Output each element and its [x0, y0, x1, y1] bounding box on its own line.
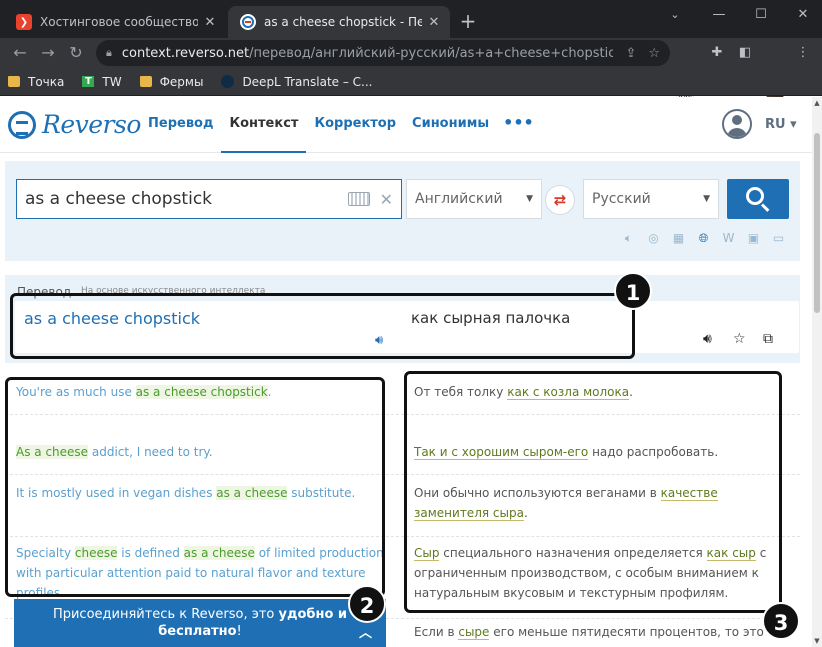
star-icon[interactable]: ☆ [733, 331, 746, 347]
annotation-box-3 [404, 371, 782, 613]
forward-arrow-icon[interactable]: → [36, 41, 60, 65]
search-icon [746, 187, 764, 205]
clear-icon[interactable]: ✕ [380, 190, 393, 209]
browser-tab-timeweb[interactable]: ❯ Хостинговое сообщество «Time ✕ [4, 6, 226, 38]
site-header: Reverso Перевод Контекст Корректор Синон… [0, 97, 812, 153]
menu-synonyms[interactable]: Синонимы [404, 97, 497, 153]
swap-languages-button[interactable]: ⇄ [545, 185, 575, 215]
timeweb-favicon-icon: ❯ [16, 14, 32, 30]
browser-toolbar: ← → ↻ 🔒︎ context.reverso.net /перевод/ан… [0, 38, 822, 102]
tab-title: as a cheese chopstick - Перевод [264, 15, 422, 29]
close-window-button[interactable]: ✕ [788, 4, 818, 26]
deepl-icon [221, 75, 235, 88]
lock-icon: 🔒︎ [106, 46, 112, 59]
bookmark-deepl[interactable]: DeepL Translate – C... [221, 75, 373, 89]
menu-more-icon[interactable]: ••• [497, 97, 540, 153]
annotation-badge-2: 2 [348, 585, 386, 623]
caret-down-icon: ▼ [703, 194, 710, 204]
copy-icon[interactable]: ⧉ [763, 331, 773, 347]
tab-title: Хостинговое сообщество «Time [40, 15, 198, 29]
annotation-badge-1: 1 [614, 272, 652, 310]
scroll-up-icon[interactable]: ▲ [812, 99, 822, 107]
speaker-icon[interactable]: 🔊︎ [703, 331, 712, 347]
url-path: /перевод/английский-русский/as+a+cheese+… [249, 45, 614, 61]
book-icon[interactable]: ▭ [769, 229, 788, 248]
maximize-button[interactable]: ☐ [746, 4, 776, 26]
globe-icon[interactable]: 🌐︎ [694, 229, 713, 248]
bookmark-fermy[interactable]: Фермы [139, 75, 203, 89]
tool-row: 🔈︎ ◎ ▦ 🌐︎ W ▣ ▭ [619, 229, 788, 248]
dictionary-icon[interactable]: ◎ [644, 229, 663, 248]
puzzle-extensions-icon[interactable]: ✚ [706, 42, 728, 64]
bookmark-tw[interactable]: T TW [82, 75, 122, 89]
star-icon[interactable]: ☆ [648, 46, 660, 61]
search-panel: as a cheese chopstick ✕ Английский ▼ ⇄ Р… [5, 161, 800, 261]
search-button[interactable] [727, 179, 789, 219]
tab-close-icon[interactable]: ✕ [426, 15, 442, 30]
keyboard-icon[interactable] [347, 192, 370, 206]
table-icon[interactable]: ▦ [669, 229, 688, 248]
share-icon[interactable]: ⇪ [625, 46, 636, 61]
signup-promo-banner[interactable]: Присоединяйтесь к Reverso, это удобно и … [14, 599, 386, 647]
page-scrollbar[interactable]: ▲ ▼ [812, 97, 822, 647]
image-icon[interactable]: ▣ [744, 229, 763, 248]
tw-icon: T [82, 76, 95, 87]
target-language-select[interactable]: Русский ▼ [583, 179, 719, 219]
caret-down-icon: ▼ [526, 194, 533, 204]
new-tab-button[interactable]: + [456, 9, 480, 33]
url-host: context.reverso.net [121, 45, 250, 61]
chevron-up-icon[interactable]: ︿ [359, 625, 372, 642]
bookmarks-bar: Точка T TW Фермы DeepL Translate – C... [0, 68, 822, 96]
search-input[interactable]: as a cheese chopstick ✕ [16, 179, 402, 219]
address-bar[interactable]: 🔒︎ context.reverso.net /перевод/английск… [96, 40, 670, 66]
minimize-button[interactable]: — [704, 4, 734, 26]
reverso-logo-icon [8, 110, 36, 139]
search-query[interactable]: as a cheese chopstick [25, 189, 348, 209]
chevron-down-icon[interactable]: ⌄ [660, 4, 690, 26]
folder-icon [139, 76, 152, 87]
browser-tab-reverso[interactable]: as a cheese chopstick - Перевод ✕ [228, 6, 450, 38]
menu-context[interactable]: Контекст [221, 97, 307, 153]
reverso-logo[interactable]: Reverso [8, 110, 141, 139]
main-menu: Перевод Контекст Корректор Синонимы ••• [140, 97, 540, 153]
speaker-icon[interactable]: 🔈︎ [619, 229, 638, 248]
annotation-badge-3: 3 [762, 602, 800, 640]
menu-translation[interactable]: Перевод [140, 97, 221, 153]
browser-tab-bar: ❯ Хостинговое сообщество «Time ✕ as a ch… [0, 0, 822, 38]
annotation-box-2 [5, 377, 385, 597]
user-account-icon[interactable] [722, 109, 752, 139]
source-language-select[interactable]: Английский ▼ [406, 179, 542, 219]
kebab-menu-icon[interactable]: ⋮ [792, 42, 814, 64]
scrollbar-thumb[interactable] [814, 133, 820, 313]
reverso-favicon-icon [240, 14, 256, 30]
reload-icon[interactable]: ↻ [64, 41, 88, 65]
wiki-icon[interactable]: W [719, 229, 738, 248]
ui-language-select[interactable]: RU ▾ [765, 117, 797, 132]
reverso-page: Reverso Перевод Контекст Корректор Синон… [0, 97, 812, 647]
side-panel-icon[interactable]: ◧ [734, 42, 756, 64]
annotation-box-1 [10, 293, 635, 359]
example-target[interactable]: Если в сыре его меньше пятидесяти процен… [414, 622, 774, 642]
back-arrow-icon[interactable]: ← [8, 41, 32, 65]
tab-close-icon[interactable]: ✕ [202, 15, 218, 30]
scroll-down-icon[interactable]: ▼ [812, 637, 822, 645]
bookmark-tochka[interactable]: Точка [8, 75, 64, 89]
menu-corrector[interactable]: Корректор [306, 97, 404, 153]
folder-icon [8, 76, 20, 87]
